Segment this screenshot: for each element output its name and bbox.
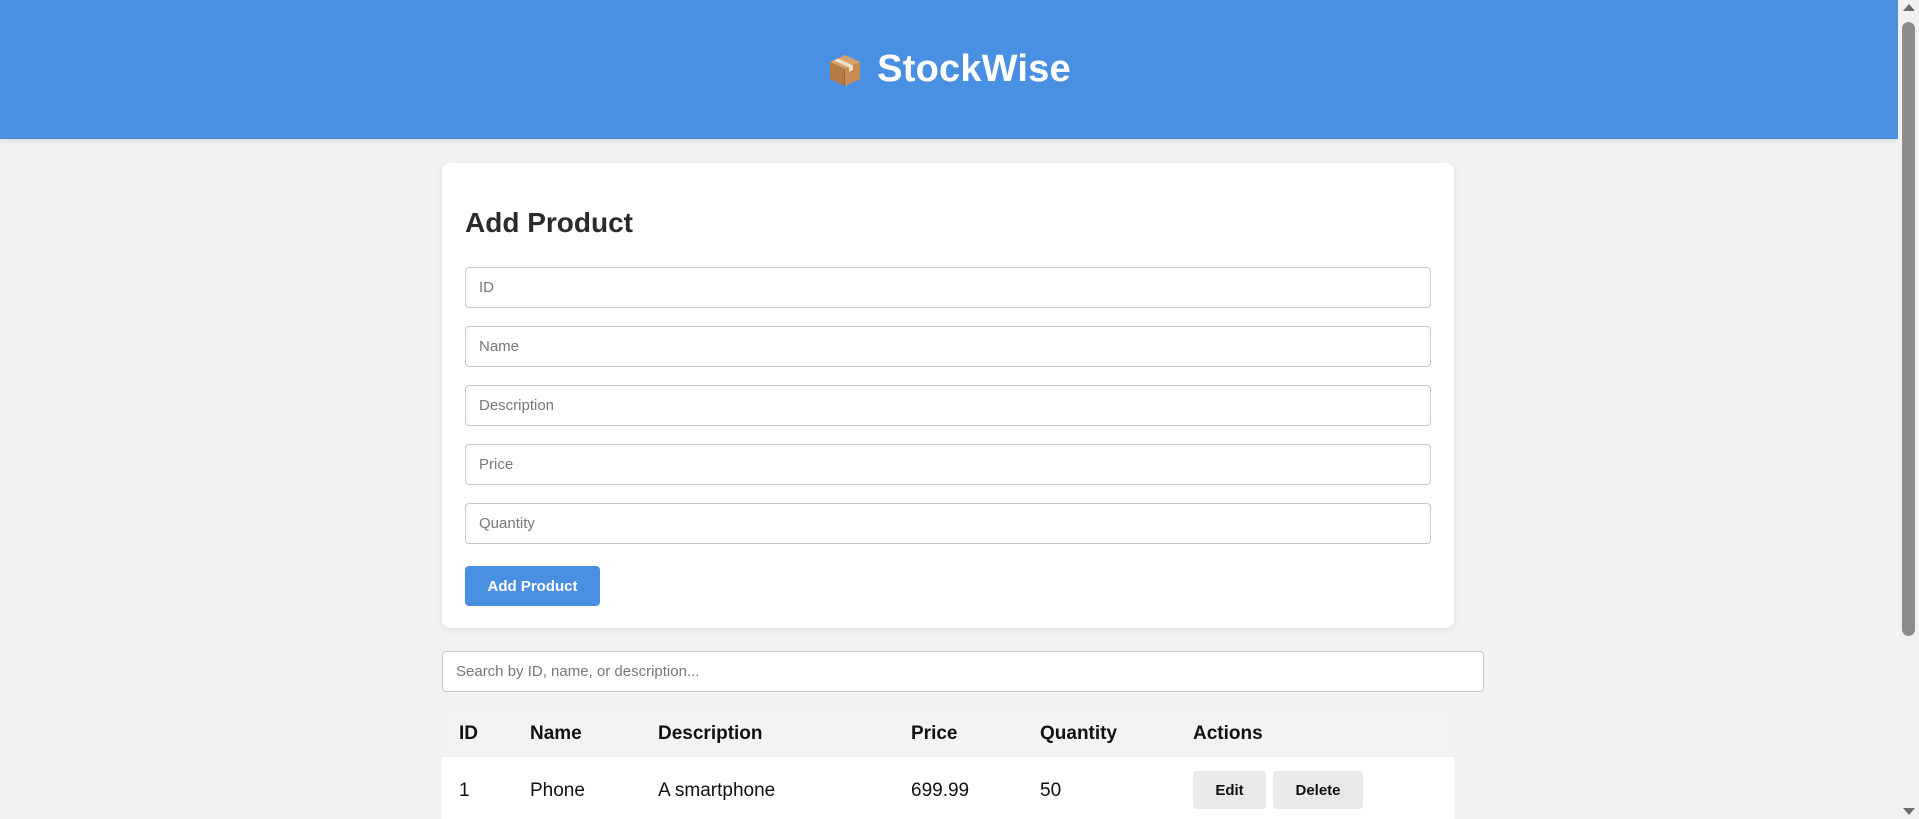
delete-button[interactable]: Delete — [1273, 771, 1363, 809]
column-header-actions: Actions — [1193, 723, 1263, 744]
column-header-quantity: Quantity — [1040, 723, 1118, 744]
app-header: StockWise — [0, 0, 1898, 139]
products-table: ID Name Description Price Quantity Actio… — [442, 708, 1454, 819]
scrollbar-thumb[interactable] — [1902, 22, 1915, 636]
add-product-card: Add Product Add Product — [442, 163, 1454, 628]
scroll-down-arrow-icon[interactable] — [1903, 808, 1915, 815]
column-header-name: Name — [530, 723, 582, 744]
quantity-field[interactable] — [465, 503, 1431, 544]
description-field[interactable] — [465, 385, 1431, 426]
price-field[interactable] — [465, 444, 1431, 485]
id-field[interactable] — [465, 267, 1431, 308]
package-box-icon — [827, 52, 863, 88]
cell-description: A smartphone — [658, 780, 776, 801]
app-viewport: StockWise Add Product Add Product ID Nam… — [0, 0, 1919, 819]
brand: StockWise — [827, 48, 1071, 91]
cell-name: Phone — [530, 780, 585, 801]
add-product-title: Add Product — [465, 207, 633, 238]
cell-price: 699.99 — [911, 780, 970, 801]
scroll-up-arrow-icon[interactable] — [1903, 4, 1915, 11]
add-product-button[interactable]: Add Product — [465, 566, 600, 606]
vertical-scrollbar[interactable] — [1898, 0, 1919, 819]
edit-button[interactable]: Edit — [1193, 771, 1266, 809]
column-header-id: ID — [459, 723, 478, 744]
cell-quantity: 50 — [1040, 780, 1062, 801]
name-field[interactable] — [465, 326, 1431, 367]
app-title: StockWise — [877, 48, 1071, 90]
search-input[interactable] — [442, 651, 1484, 692]
column-header-description: Description — [658, 723, 763, 744]
cell-id: 1 — [459, 780, 470, 801]
column-header-price: Price — [911, 723, 958, 744]
